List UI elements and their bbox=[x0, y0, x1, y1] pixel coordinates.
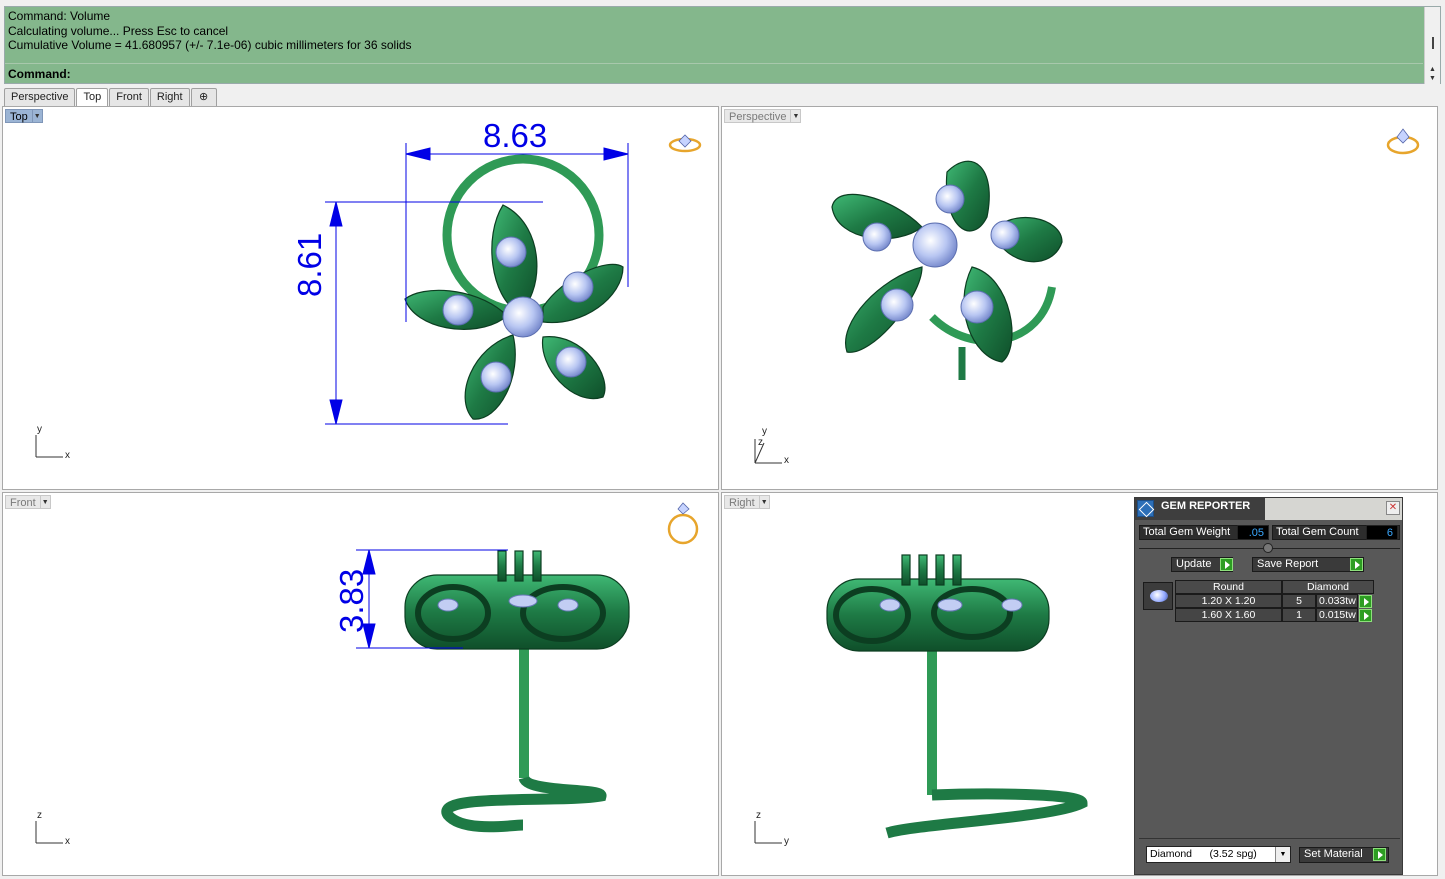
table-header-material: Diamond bbox=[1282, 580, 1374, 594]
gem-cut-thumbnail-icon bbox=[1143, 582, 1173, 610]
axis-y-label: y bbox=[37, 424, 42, 435]
viewport-label-top[interactable]: Top ▼ bbox=[5, 109, 43, 123]
viewport-label-perspective[interactable]: Perspective ▼ bbox=[724, 109, 802, 123]
viewport-label-right[interactable]: Right ▼ bbox=[724, 495, 770, 509]
command-history-line: Cumulative Volume = 41.680957 (+/- 7.1e-… bbox=[8, 38, 412, 52]
perspective-view-model bbox=[754, 128, 1420, 464]
top-view-model bbox=[325, 134, 702, 425]
dimension-width-label: 8.63 bbox=[483, 117, 548, 154]
world-axis-icon bbox=[35, 821, 63, 844]
axis-x-label: x bbox=[784, 455, 789, 466]
tab-right[interactable]: Right bbox=[149, 88, 190, 106]
scrollbar-thumb[interactable] bbox=[1432, 37, 1434, 49]
chevron-down-icon[interactable]: ▼ bbox=[1275, 847, 1290, 862]
viewport-menu-chevron-icon[interactable]: ▼ bbox=[791, 109, 802, 123]
command-divider bbox=[5, 63, 1423, 64]
close-icon[interactable]: ✕ bbox=[1386, 501, 1400, 515]
rhino-window: Command: Volume Calculating volume... Pr… bbox=[0, 0, 1445, 879]
table-row-size: 1.60 X 1.60 bbox=[1175, 608, 1282, 622]
table-row-count: 5 bbox=[1282, 594, 1316, 608]
table-row-size: 1.20 X 1.20 bbox=[1175, 594, 1282, 608]
gem-reporter-logo-icon bbox=[1137, 500, 1154, 517]
viewport-menu-chevron-icon[interactable]: ▼ bbox=[759, 495, 770, 509]
command-spin-buttons[interactable]: ▲ ▼ bbox=[1424, 65, 1440, 84]
command-history: Command: Volume Calculating volume... Pr… bbox=[8, 9, 412, 53]
gem-ring-icon bbox=[668, 134, 702, 153]
axis-y-label: y bbox=[784, 836, 789, 847]
viewport-name[interactable]: Top bbox=[5, 109, 33, 123]
gem-reporter-titlebar[interactable]: GEM REPORTER ✕ bbox=[1135, 498, 1402, 520]
axis-z-label: z bbox=[756, 810, 761, 821]
total-gem-weight-value: .05 bbox=[1237, 525, 1269, 540]
gem-reporter-title: GEM REPORTER bbox=[1161, 500, 1251, 512]
axis-z-label: z bbox=[758, 437, 763, 448]
collapse-handle-icon[interactable] bbox=[1263, 543, 1273, 553]
tab-top[interactable]: Top bbox=[76, 88, 109, 106]
material-select[interactable]: Diamond (3.52 spg) ▼ bbox=[1146, 846, 1291, 863]
tab-front[interactable]: Front bbox=[109, 88, 149, 106]
ear-wire bbox=[441, 774, 607, 833]
viewport-top[interactable]: 8.63 8.61 Top ▼ y x bbox=[2, 106, 719, 490]
ear-wire bbox=[885, 788, 1088, 839]
dimension-height-label: 8.61 bbox=[291, 232, 328, 297]
add-viewport-tab-icon[interactable]: ⊕ bbox=[190, 88, 217, 106]
command-history-line: Calculating volume... Press Esc to cance… bbox=[8, 23, 229, 38]
set-material-go-icon[interactable] bbox=[1373, 848, 1386, 861]
command-history-scrollbar[interactable] bbox=[1424, 7, 1440, 65]
axis-x-label: x bbox=[65, 836, 70, 847]
gem-ring-icon bbox=[667, 502, 699, 545]
row-select-go-icon[interactable] bbox=[1359, 609, 1372, 622]
command-history-line: Command: Volume bbox=[8, 9, 111, 23]
divider bbox=[1139, 838, 1400, 839]
command-prompt[interactable]: Command: bbox=[8, 67, 71, 81]
material-select-value: Diamond (3.52 spg) bbox=[1150, 848, 1257, 860]
viewport-name[interactable]: Perspective bbox=[724, 109, 792, 123]
viewport-menu-chevron-icon[interactable]: ▼ bbox=[32, 109, 43, 123]
axis-x-label: x bbox=[65, 450, 70, 461]
save-report-go-icon[interactable] bbox=[1350, 558, 1363, 571]
axis-z-label: z bbox=[37, 810, 42, 821]
total-gem-count-value: 6 bbox=[1366, 525, 1398, 540]
table-row-weight: 0.033tw bbox=[1316, 594, 1358, 608]
viewport-menu-chevron-icon[interactable]: ▼ bbox=[40, 495, 51, 509]
viewport-name[interactable]: Right bbox=[724, 495, 760, 509]
viewport-front[interactable]: 3.83 Front ▼ z x bbox=[2, 492, 719, 876]
row-select-go-icon[interactable] bbox=[1359, 595, 1372, 608]
viewport-perspective[interactable]: Perspective ▼ z y x bbox=[721, 106, 1438, 490]
gem-reporter-panel: GEM REPORTER ✕ Total Gem Weight .05 Tota… bbox=[1134, 497, 1403, 875]
table-row-weight: 0.015tw bbox=[1316, 608, 1358, 622]
command-area: Command: Volume Calculating volume... Pr… bbox=[4, 6, 1441, 84]
tab-perspective[interactable]: Perspective bbox=[4, 88, 76, 106]
save-report-button[interactable]: Save Report bbox=[1252, 557, 1364, 572]
axis-y-label: y bbox=[762, 426, 767, 437]
update-go-icon[interactable] bbox=[1220, 558, 1233, 571]
dimension-height-label: 3.83 bbox=[333, 568, 370, 633]
table-row-count: 1 bbox=[1282, 608, 1316, 622]
viewport-name[interactable]: Front bbox=[5, 495, 41, 509]
gem-ring-icon bbox=[1386, 128, 1420, 155]
viewport-label-front[interactable]: Front ▼ bbox=[5, 495, 51, 509]
world-axis-icon bbox=[754, 821, 782, 844]
table-header-shape: Round bbox=[1175, 580, 1282, 594]
viewport-tabs: Perspective Top Front Right ⊕ bbox=[4, 88, 218, 106]
front-view-model bbox=[35, 502, 699, 844]
